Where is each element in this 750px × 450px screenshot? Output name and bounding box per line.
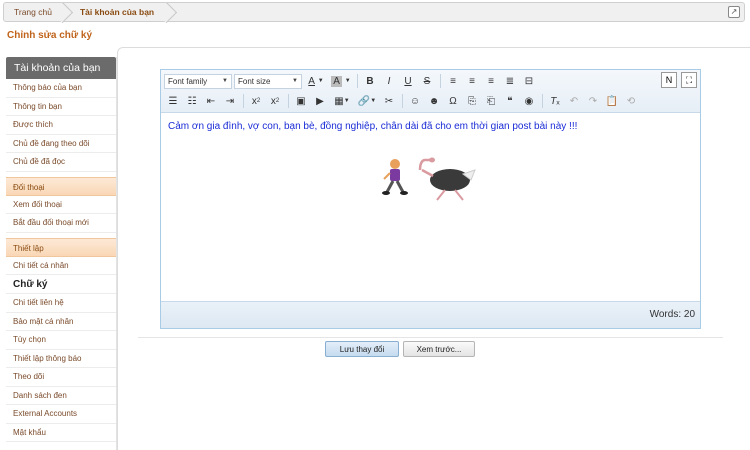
signature-image	[375, 152, 485, 204]
account-sidebar: Tài khoản của bạn Thông báo của bạn Thôn…	[6, 57, 117, 450]
sidebar-item-privacy[interactable]: Bảo mật cá nhân	[6, 313, 116, 331]
toolbar-separator	[542, 94, 543, 108]
sidebar-section-conversations[interactable]: Đối thoại	[6, 176, 116, 196]
bold-icon[interactable]: B	[361, 73, 379, 89]
breadcrumb-current-link[interactable]: Tài khoản của bạn	[64, 3, 168, 21]
sidebar-item-personal-details[interactable]: Chi tiết cá nhân	[6, 257, 116, 275]
remove-format-icon[interactable]: Tₓ	[546, 93, 564, 109]
spoiler-icon[interactable]: ◉	[520, 93, 538, 109]
editor-status-bar: Words: 20	[161, 301, 700, 328]
special-char-icon[interactable]: Ω	[444, 93, 462, 109]
italic-icon[interactable]: I	[380, 73, 398, 89]
sidebar-item-external-accounts[interactable]: External Accounts	[6, 405, 116, 424]
sidebar-item-preferences[interactable]: Tùy chọn	[6, 331, 116, 350]
fullscreen-icon[interactable]: ⛶	[681, 72, 697, 88]
sidebar-item-profile[interactable]: Thông tin bạn	[6, 98, 116, 116]
table-icon[interactable]: ▦ ▼	[330, 93, 354, 109]
background-color-icon[interactable]: A ▼	[329, 73, 353, 89]
superscript-icon[interactable]: x2	[266, 93, 284, 109]
smiley-icon[interactable]: ☺	[406, 93, 424, 109]
align-center-icon[interactable]: ≡	[463, 73, 481, 89]
redo-icon[interactable]: ↷	[584, 93, 602, 109]
image-icon[interactable]: ▣	[292, 93, 310, 109]
jump-to-icon[interactable]: ↗	[728, 6, 740, 18]
toolbar-row-1: Font family ▼ Font size ▼ A ▼ A ▼ B I U S …	[164, 72, 539, 90]
font-family-select[interactable]: Font family ▼	[164, 73, 232, 89]
subscript-icon[interactable]: x2	[247, 93, 265, 109]
media-icon[interactable]: ▶	[311, 93, 329, 109]
emoji-icon[interactable]: ☻	[425, 93, 443, 109]
sidebar-section-settings[interactable]: Thiết lập	[6, 237, 116, 257]
sidebar-item-ignored[interactable]: Danh sách đen	[6, 387, 116, 405]
align-left-icon[interactable]: ≡	[444, 73, 462, 89]
toolbar-separator	[357, 74, 358, 88]
restore-draft-icon[interactable]: ⟲	[622, 93, 640, 109]
sidebar-item-password[interactable]: Mật khẩu	[6, 424, 116, 442]
toolbar-separator	[402, 94, 403, 108]
code-block-icon[interactable]: ⎗	[482, 93, 500, 109]
chevron-down-icon: ▼	[222, 78, 228, 84]
sidebar-item-following[interactable]: Theo dõi	[6, 368, 116, 387]
sidebar-item-likes[interactable]: Được thích	[6, 116, 116, 135]
sidebar-item-read-threads[interactable]: Chủ đề đã đọc	[6, 153, 116, 172]
toolbar-separator	[243, 94, 244, 108]
editor-toolbar: Font family ▼ Font size ▼ A ▼ A ▼ B I U S …	[161, 70, 700, 113]
word-count: Words: 20	[649, 309, 695, 320]
unlink-icon[interactable]: ✂	[380, 93, 398, 109]
sidebar-item-new-conversation[interactable]: Bắt đầu đối thoại mới	[6, 214, 116, 233]
align-right-icon[interactable]: ≡	[482, 73, 500, 89]
font-size-select[interactable]: Font size ▼	[234, 73, 302, 89]
toolbar-row-2: ☰ ☷ ⇤ ⇥ x2 x2 ▣ ▶ ▦ ▼ 🔗 ▼ ✂ ☺ ☻ Ω ⎘ ⎗ ❝ ◉ …	[164, 92, 641, 110]
sidebar-item-view-conversations[interactable]: Xem đối thoại	[6, 196, 116, 214]
save-button[interactable]: Lưu thay đổi	[325, 341, 399, 357]
align-justify-icon[interactable]: ≣	[501, 73, 519, 89]
page-title: Chỉnh sửa chữ ký	[7, 30, 93, 41]
numbered-list-icon[interactable]: ☷	[183, 93, 201, 109]
ostrich-graphic	[418, 157, 476, 201]
indent-icon[interactable]: ⇥	[221, 93, 239, 109]
font-size-label: Font size	[238, 76, 271, 86]
form-divider	[138, 337, 723, 338]
sidebar-group-account: Thông báo của bạn Thông tin bạn Được thí…	[6, 79, 116, 172]
font-family-label: Font family	[168, 76, 208, 86]
preview-button[interactable]: Xem trước...	[403, 341, 475, 357]
toolbar-separator	[440, 74, 441, 88]
outdent-icon[interactable]: ⇤	[202, 93, 220, 109]
quote-icon[interactable]: ❝	[501, 93, 519, 109]
bullet-list-icon[interactable]: ☰	[164, 93, 182, 109]
undo-icon[interactable]: ↶	[565, 93, 583, 109]
toggle-bbcode-icon[interactable]: N	[661, 72, 677, 88]
code-icon[interactable]: ⎘	[463, 93, 481, 109]
toolbar-separator	[288, 94, 289, 108]
breadcrumb: Trang chủ Tài khoản của bạn ↗	[3, 2, 745, 22]
paste-icon[interactable]: 📋	[603, 93, 621, 109]
chevron-down-icon: ▼	[292, 78, 298, 84]
strikethrough-icon[interactable]: S	[418, 73, 436, 89]
signature-text: Cảm ơn gia đình, vợ con, bạn bè, đồng ng…	[168, 121, 578, 132]
link-icon[interactable]: 🔗 ▼	[355, 93, 379, 109]
underline-icon[interactable]: U	[399, 73, 417, 89]
sidebar-item-watched-threads[interactable]: Chủ đề đang theo dõi	[6, 135, 116, 153]
toolbar-right-group: N ⛶	[657, 72, 697, 88]
horizontal-rule-icon[interactable]: ⊟	[520, 73, 538, 89]
sidebar-item-signature[interactable]: Chữ ký	[6, 275, 116, 294]
sidebar-item-contact-details[interactable]: Chi tiết liên hệ	[6, 294, 116, 313]
sidebar-header[interactable]: Tài khoản của bạn	[6, 57, 116, 79]
sidebar-item-alert-settings[interactable]: Thiết lập thông báo	[6, 350, 116, 368]
signature-editor: Font family ▼ Font size ▼ A ▼ A ▼ B I U S …	[160, 69, 701, 329]
editor-content[interactable]: Cảm ơn gia đình, vợ con, bạn bè, đồng ng…	[161, 114, 700, 302]
breadcrumb-home-link[interactable]: Trang chủ	[4, 3, 64, 21]
text-color-icon[interactable]: A ▼	[304, 73, 328, 89]
sidebar-item-notifications[interactable]: Thông báo của bạn	[6, 79, 116, 98]
running-person-graphic	[382, 159, 408, 195]
